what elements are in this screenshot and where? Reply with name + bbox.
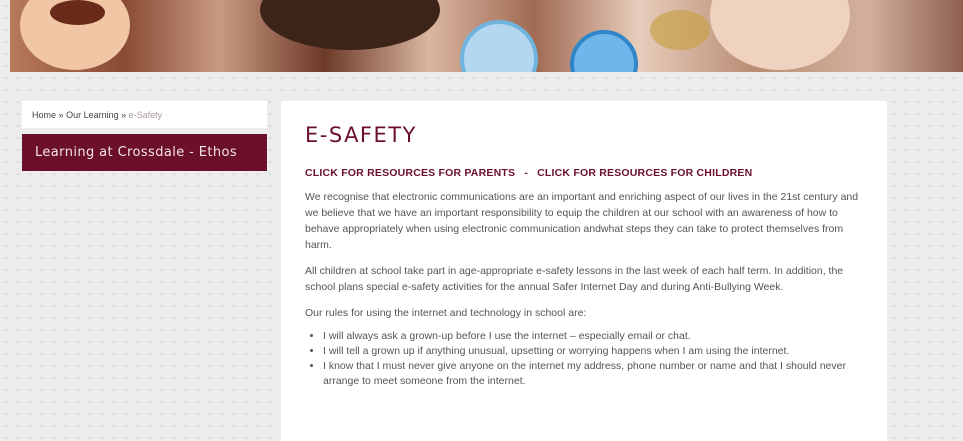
list-item: I will always ask a grown-up before I us… [323, 329, 865, 344]
lessons-paragraph: All children at school take part in age-… [305, 265, 844, 293]
child-face-right [710, 0, 850, 70]
links-separator: - [524, 167, 529, 179]
glitter [650, 10, 710, 50]
page-title: E-SAFETY [305, 123, 417, 147]
breadcrumb: Home » Our Learning » e-Safety [22, 101, 267, 128]
breadcrumb-our-learning-link[interactable]: Our Learning [66, 110, 119, 120]
water-bottle-right [570, 30, 638, 72]
rules-list: I will always ask a grown-up before I us… [305, 329, 865, 389]
parents-resources-link[interactable]: CLICK FOR RESOURCES FOR PARENTS [305, 167, 515, 179]
face-paint [50, 0, 105, 25]
breadcrumb-separator: » [121, 110, 127, 120]
breadcrumb-home-link[interactable]: Home [32, 110, 56, 120]
rules-intro-paragraph: Our rules for using the internet and tec… [305, 307, 587, 319]
breadcrumb-current: e-Safety [128, 110, 163, 120]
list-item: I will tell a grown up if anything unusu… [323, 344, 865, 359]
sidebar-item-learning-ethos[interactable]: Learning at Crossdale - Ethos [22, 134, 267, 171]
child-hair [260, 0, 440, 50]
breadcrumb-separator: » [58, 110, 64, 120]
children-resources-link[interactable]: CLICK FOR RESOURCES FOR CHILDREN [537, 167, 752, 179]
header-banner-image [10, 0, 963, 72]
intro-paragraph: We recognise that electronic communicati… [305, 191, 859, 251]
main-content: E-SAFETY CLICK FOR RESOURCES FOR PARENTS… [281, 101, 887, 441]
sidebar-item-label: Learning at Crossdale - Ethos [35, 145, 238, 160]
list-item: I know that I must never give anyone on … [323, 359, 865, 389]
resource-links: CLICK FOR RESOURCES FOR PARENTS - CLICK … [305, 167, 865, 179]
water-bottle-left [460, 20, 538, 72]
